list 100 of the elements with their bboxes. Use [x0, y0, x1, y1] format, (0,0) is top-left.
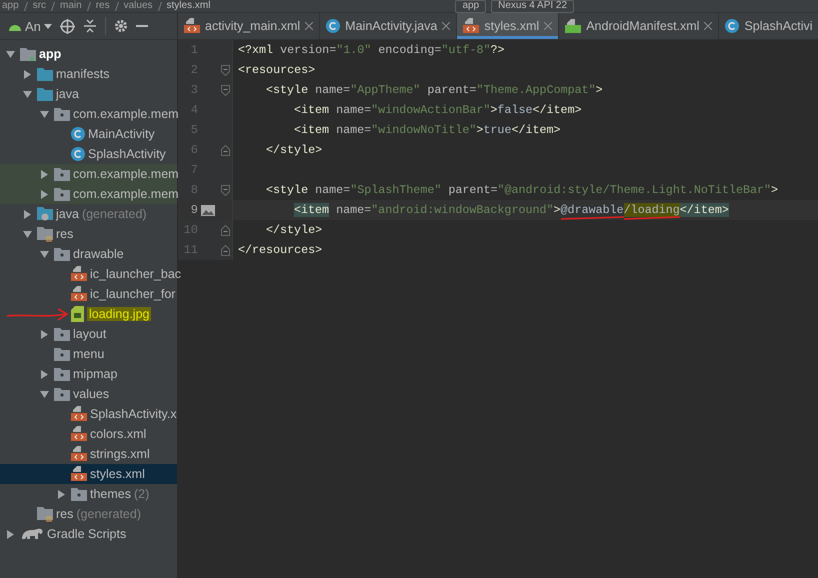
tree-label: styles.xml — [90, 467, 145, 481]
tree-label: com.example.mem — [73, 167, 179, 181]
collapsed-arrow-icon[interactable] — [6, 530, 14, 538]
xml-file-icon — [71, 266, 87, 282]
tree-row[interactable]: MainActivity — [0, 124, 177, 144]
tree-label: res — [56, 227, 74, 241]
close-icon[interactable] — [305, 22, 314, 30]
folder-icon — [54, 388, 70, 400]
tree-row[interactable]: menu — [0, 344, 177, 364]
tree-row[interactable]: Gradle Scripts — [0, 524, 177, 544]
expanded-arrow-icon[interactable] — [22, 230, 32, 238]
breadcrumb[interactable]: res — [96, 0, 110, 12]
caret-icon — [44, 24, 52, 28]
breadcrumb[interactable]: app — [2, 0, 19, 12]
tree-note: (2) — [134, 487, 150, 501]
editor-tab[interactable]: SplashActivi — [719, 13, 818, 39]
tree-row[interactable]: values — [0, 384, 177, 404]
breadcrumb[interactable]: main — [60, 0, 82, 12]
tree-label: ic_launcher_for — [90, 287, 176, 301]
xml-file-icon — [184, 18, 200, 34]
device-dropdown[interactable]: Nexus 4 API 22 — [491, 0, 574, 12]
expanded-arrow-icon[interactable] — [40, 250, 48, 258]
editor-tab[interactable]: AndroidManifest.xml — [559, 13, 720, 39]
tree-row[interactable]: styles.xml — [0, 464, 177, 484]
tree-label: SplashActivity — [88, 147, 166, 161]
fold-open-icon[interactable] — [221, 184, 230, 196]
fold-close-icon[interactable] — [221, 144, 230, 156]
code-line: </style> — [265, 223, 322, 237]
xml-file-icon — [71, 286, 87, 302]
editor-tab[interactable]: activity_main.xml — [178, 13, 320, 39]
tree-row[interactable]: java (generated) — [0, 204, 177, 224]
image-preview-icon[interactable] — [201, 204, 215, 216]
collapsed-arrow-icon[interactable] — [40, 370, 48, 378]
expanded-arrow-icon[interactable] — [40, 390, 48, 398]
breadcrumb[interactable]: src — [32, 0, 46, 12]
tree-row[interactable]: layout — [0, 324, 177, 344]
tree-row[interactable]: SplashActivity.x — [0, 404, 177, 424]
minimize-icon[interactable] — [136, 25, 148, 27]
expanded-arrow-icon[interactable] — [6, 50, 14, 58]
tree-label: SplashActivity.x — [90, 407, 177, 421]
code-line: <style name="AppTheme" parent="Theme.AppCompat"> — [265, 83, 603, 97]
tree-row[interactable]: loading.jpg — [0, 304, 177, 324]
close-icon[interactable] — [704, 22, 712, 30]
tree-label: MainActivity — [88, 127, 155, 141]
xml-file-icon — [71, 406, 87, 422]
separator-icon — [24, 2, 28, 10]
tree-row[interactable]: strings.xml — [0, 444, 177, 464]
collapsed-arrow-icon[interactable] — [56, 490, 66, 498]
tree-row[interactable]: com.example.mem — [0, 184, 177, 204]
tree-row[interactable]: app — [0, 44, 177, 64]
xml-file-icon — [71, 426, 87, 442]
tree-row[interactable]: ic_launcher_for — [0, 284, 177, 304]
tree-row[interactable]: mipmap — [0, 364, 177, 384]
folder-gear-icon — [37, 207, 53, 221]
separator-icon — [158, 2, 162, 10]
close-icon[interactable] — [442, 22, 450, 30]
fold-open-icon[interactable] — [221, 84, 230, 96]
tree-row[interactable]: res — [0, 224, 177, 244]
tree-row[interactable]: themes (2) — [0, 484, 177, 504]
close-icon[interactable] — [544, 22, 552, 30]
target-icon[interactable] — [60, 18, 75, 34]
tree-row[interactable]: manifests — [0, 64, 177, 84]
collapsed-arrow-icon[interactable] — [22, 70, 32, 78]
settings-icon[interactable] — [114, 19, 128, 33]
code-line: <item name="android:windowBackground">@drawable/loading</item> — [233, 203, 729, 217]
editor-tab[interactable]: styles.xml — [457, 13, 560, 39]
fold-open-icon[interactable] — [221, 64, 230, 76]
fold-close-icon[interactable] — [221, 224, 230, 236]
tree-row[interactable]: res (generated) — [0, 504, 177, 524]
tree-label: values — [73, 387, 110, 401]
tree-row[interactable]: drawable — [0, 244, 177, 264]
class-icon — [71, 147, 85, 161]
collapsed-arrow-icon[interactable] — [40, 190, 48, 198]
code-line: <style name="SplashTheme" parent="@android:style/Theme.Light.NoTitleBar"> — [265, 183, 778, 197]
tree-label: java — [56, 87, 79, 101]
tree-row[interactable]: java — [0, 84, 177, 104]
tree-label: loading.jpg — [87, 307, 152, 321]
tree-label: java — [56, 207, 79, 221]
code-line: </resources> — [237, 243, 322, 257]
project-view-button[interactable]: An — [8, 18, 52, 34]
tree-row[interactable]: com.example.mem — [0, 104, 177, 124]
tree-row[interactable]: com.example.mem — [0, 164, 177, 184]
tree-label: ic_launcher_bac — [90, 267, 182, 281]
expanded-arrow-icon[interactable] — [22, 90, 32, 98]
tree-label: com.example.mem — [73, 187, 179, 201]
separator-icon — [51, 2, 56, 10]
breadcrumb[interactable]: values — [124, 0, 153, 12]
collapse-icon[interactable] — [82, 19, 97, 33]
fold-close-icon[interactable] — [221, 244, 230, 256]
collapsed-arrow-icon[interactable] — [40, 330, 48, 338]
tree-note: (generated) — [76, 507, 141, 521]
tree-label: colors.xml — [90, 427, 146, 441]
breadcrumb[interactable]: styles.xml — [166, 0, 210, 12]
collapsed-arrow-icon[interactable] — [40, 170, 48, 178]
tree-row[interactable]: colors.xml — [0, 424, 177, 444]
expanded-arrow-icon[interactable] — [40, 110, 48, 118]
tree-row[interactable]: SplashActivity — [0, 144, 177, 164]
collapsed-arrow-icon[interactable] — [22, 210, 32, 218]
folder-icon — [54, 108, 70, 120]
separator-icon — [114, 2, 119, 10]
